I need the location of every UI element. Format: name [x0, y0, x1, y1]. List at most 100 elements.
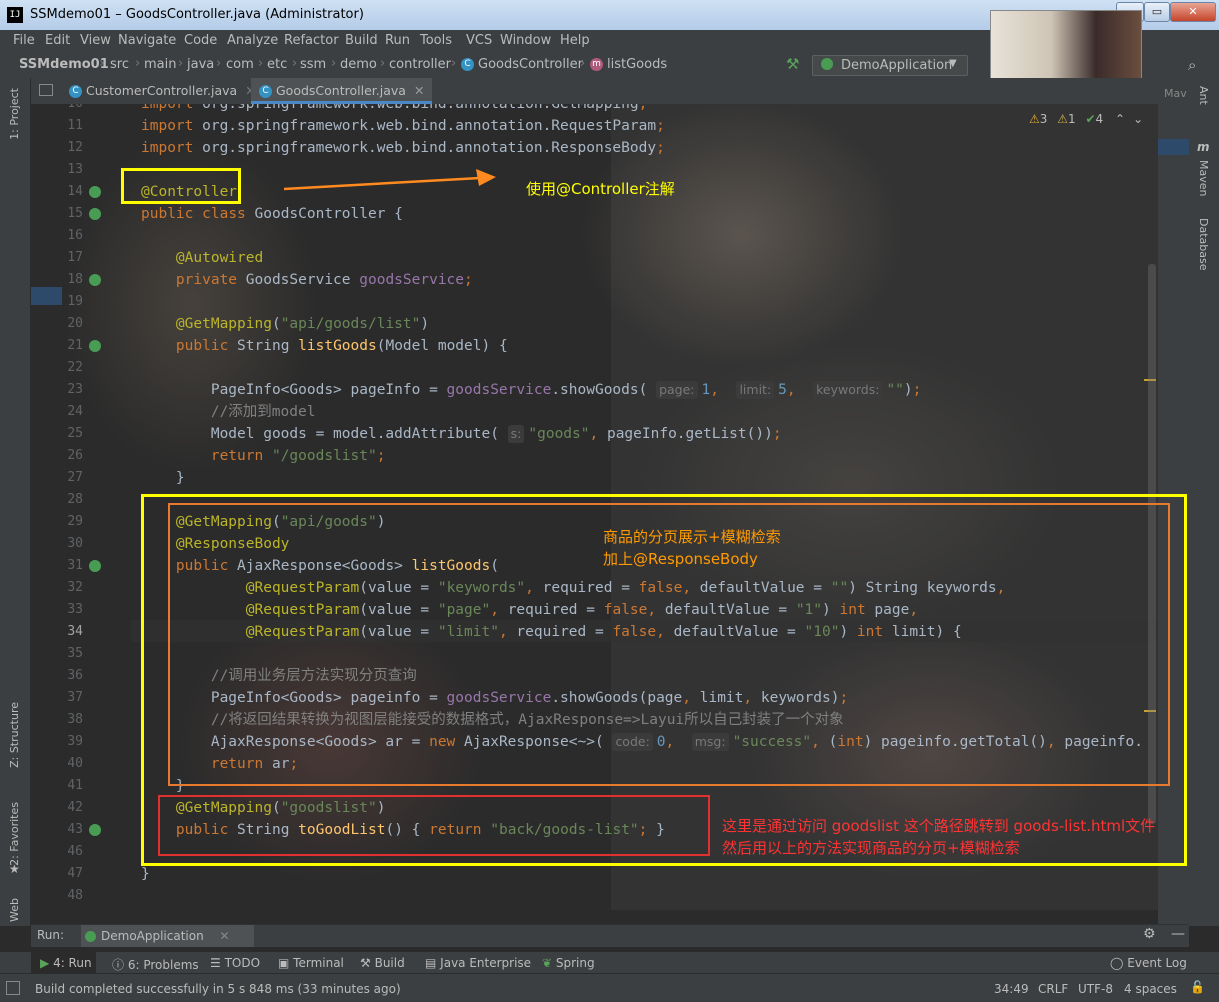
line-number[interactable]: 48: [31, 885, 83, 907]
line-number[interactable]: 14: [31, 181, 83, 203]
line-number[interactable]: 15: [31, 203, 83, 225]
build-tool-button[interactable]: ⚒ Build: [360, 956, 405, 970]
tab-customer-controller[interactable]: CCustomerController.java✕: [61, 78, 264, 104]
line-number[interactable]: 22: [31, 357, 83, 379]
line-number[interactable]: 21: [31, 335, 83, 357]
line-number[interactable]: 37: [31, 687, 83, 709]
menu-window[interactable]: Window: [500, 33, 551, 48]
code-line[interactable]: private GoodsService goodsService;: [141, 269, 473, 291]
line-number[interactable]: 10: [31, 104, 83, 115]
menu-edit[interactable]: Edit: [45, 33, 70, 48]
close-button[interactable]: ✕: [1170, 2, 1216, 22]
maven-panel-row[interactable]: [1158, 139, 1189, 155]
line-number[interactable]: 35: [31, 643, 83, 665]
structure-tool-button[interactable]: Z: Structure: [8, 702, 21, 768]
line-number[interactable]: 47: [31, 863, 83, 885]
line-number[interactable]: 25: [31, 423, 83, 445]
spring-bean-gutter-icon[interactable]: [89, 560, 101, 572]
file-encoding[interactable]: UTF-8: [1078, 982, 1113, 996]
line-number[interactable]: 39: [31, 731, 83, 753]
run-tool-button[interactable]: ▶ 4: Run: [40, 956, 92, 970]
line-number[interactable]: 30: [31, 533, 83, 555]
indent-setting[interactable]: 4 spaces: [1124, 982, 1177, 996]
line-number[interactable]: 19: [31, 291, 83, 313]
line-number[interactable]: 40: [31, 753, 83, 775]
line-number[interactable]: 42: [31, 797, 83, 819]
line-number[interactable]: 29: [31, 511, 83, 533]
line-number[interactable]: 33: [31, 599, 83, 621]
menu-vcs[interactable]: VCS: [466, 33, 492, 48]
menu-view[interactable]: View: [80, 33, 111, 48]
line-number[interactable]: 41: [31, 775, 83, 797]
menu-run[interactable]: Run: [385, 33, 410, 48]
run-config-selector[interactable]: DemoApplication ▼: [812, 55, 968, 76]
inspection-widget[interactable]: ⚠3 ⚠1 ✔4 ⌃ ⌄: [1029, 112, 1143, 126]
breadcrumb-class[interactable]: C GoodsController: [461, 57, 583, 72]
database-tool-button[interactable]: Database: [1197, 218, 1210, 271]
code-line[interactable]: public class GoodsController {: [141, 203, 403, 225]
spring-tool-button[interactable]: ❦ Spring: [542, 956, 595, 970]
project-tool-button[interactable]: 1: Project: [8, 88, 21, 140]
close-icon[interactable]: ✕: [220, 929, 230, 943]
code-line[interactable]: @Autowired: [141, 247, 263, 269]
breadcrumb-etc[interactable]: etc: [267, 57, 287, 72]
breadcrumb-src[interactable]: src: [110, 57, 129, 72]
spring-bean-gutter-icon[interactable]: [89, 340, 101, 352]
code-line[interactable]: @GetMapping("api/goods/list"): [141, 313, 429, 335]
build-hammer-icon[interactable]: ⚒: [786, 55, 799, 73]
breadcrumb-ssm[interactable]: ssm: [300, 57, 326, 72]
code-line[interactable]: }: [141, 863, 150, 885]
line-number[interactable]: 34: [31, 621, 83, 643]
line-number[interactable]: 28: [31, 489, 83, 511]
spring-bean-gutter-icon[interactable]: [89, 186, 101, 198]
java-enterprise-tool-button[interactable]: ▤ Java Enterprise: [425, 956, 531, 970]
line-number[interactable]: 13: [31, 159, 83, 181]
spring-bean-gutter-icon[interactable]: [89, 208, 101, 220]
line-number[interactable]: 38: [31, 709, 83, 731]
breadcrumb-project[interactable]: SSMdemo01: [19, 57, 109, 72]
chevron-down-icon[interactable]: ⌄: [1133, 112, 1143, 126]
todo-tool-button[interactable]: ☰ TODO: [210, 956, 260, 970]
code-line[interactable]: import org.springframework.web.bind.anno…: [141, 115, 665, 137]
code-line[interactable]: return "/goodslist";: [141, 445, 386, 467]
line-number[interactable]: 23: [31, 379, 83, 401]
menu-help[interactable]: Help: [560, 33, 590, 48]
code-line[interactable]: import org.springframework.web.bind.anno…: [141, 104, 647, 115]
terminal-tool-button[interactable]: ▣ Terminal: [278, 956, 344, 970]
maximize-button[interactable]: ▭: [1144, 2, 1170, 22]
line-number[interactable]: 27: [31, 467, 83, 489]
chevron-up-icon[interactable]: ⌃: [1115, 112, 1125, 126]
search-icon[interactable]: ⌕: [1188, 56, 1196, 74]
line-number[interactable]: 20: [31, 313, 83, 335]
web-tool-button[interactable]: Web: [8, 898, 21, 922]
line-number[interactable]: 16: [31, 225, 83, 247]
line-number[interactable]: 46: [31, 841, 83, 863]
caret-position[interactable]: 34:49: [994, 982, 1029, 996]
code-line[interactable]: public String listGoods(Model model) {: [141, 335, 508, 357]
line-number[interactable]: 32: [31, 577, 83, 599]
line-separator[interactable]: CRLF: [1038, 982, 1068, 996]
ant-tool-button[interactable]: Ant: [1197, 86, 1210, 105]
project-view-icon[interactable]: [39, 84, 53, 96]
code-line[interactable]: import org.springframework.web.bind.anno…: [141, 137, 665, 159]
gear-icon[interactable]: ⚙: [1143, 926, 1156, 942]
line-number[interactable]: 26: [31, 445, 83, 467]
tab-goods-controller[interactable]: C GoodsController.java ✕: [251, 78, 433, 104]
spring-bean-gutter-icon[interactable]: [89, 824, 101, 836]
code-line[interactable]: PageInfo<Goods> pageInfo = goodsService.…: [141, 379, 921, 401]
status-toggle-icon[interactable]: [6, 981, 20, 995]
breadcrumb-main[interactable]: main: [144, 57, 176, 72]
run-tab-demoapplication[interactable]: DemoApplication ✕: [81, 925, 254, 947]
line-number[interactable]: 36: [31, 665, 83, 687]
line-number[interactable]: 12: [31, 137, 83, 159]
menu-build[interactable]: Build: [345, 33, 378, 48]
breadcrumb-demo[interactable]: demo: [340, 57, 377, 72]
menu-tools[interactable]: Tools: [420, 33, 452, 48]
breadcrumb-controller[interactable]: controller: [389, 57, 451, 72]
minimize-panel-icon[interactable]: —: [1171, 926, 1185, 942]
line-number[interactable]: 31: [31, 555, 83, 577]
line-number[interactable]: 11: [31, 115, 83, 137]
menu-refactor[interactable]: Refactor: [284, 33, 339, 48]
breadcrumb-method[interactable]: m listGoods: [590, 57, 667, 72]
line-number[interactable]: 43: [31, 819, 83, 841]
